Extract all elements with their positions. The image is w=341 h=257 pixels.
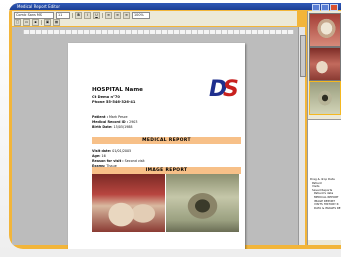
record-field: Medical Record ID : 2903 [92, 120, 137, 124]
toolbar-separator [72, 12, 73, 18]
hospital-name: HOSPITAL Name [92, 87, 143, 93]
image-thumbnail[interactable] [309, 47, 341, 81]
image-report-heading: IMAGE REPORT [92, 167, 241, 174]
minimize-button[interactable] [312, 4, 320, 11]
dental-photo-1[interactable] [92, 174, 165, 232]
age-value: 16 [101, 154, 106, 158]
patient-value: Mark Pesce [108, 115, 128, 119]
age-label: Age: [92, 154, 101, 158]
underline-button[interactable]: U [93, 11, 100, 19]
italic-button[interactable]: I [84, 11, 91, 19]
application-window: Medical Report Editor Comic Sans MS 11 B… [9, 3, 341, 249]
font-select[interactable]: Comic Sans MS [14, 11, 54, 19]
logo-s: S [223, 77, 239, 101]
reason-value: Second visit [124, 159, 145, 163]
format-toolbar: Comic Sans MS 11 B I U ≡ ≡ ≡ 100% [12, 11, 297, 19]
record-label: Medical Record ID : [92, 120, 129, 124]
title-bar: Medical Report Editor [9, 3, 341, 11]
toolbar-separator [102, 12, 103, 18]
reason-field: Reason for visit : Second visit [92, 159, 145, 163]
bold-button[interactable]: B [75, 11, 82, 19]
close-button[interactable] [330, 4, 338, 11]
scrollbar-thumb[interactable] [300, 35, 306, 77]
patient-field: Patient : Mark Pesce [92, 115, 128, 119]
data-tree: Drag & drop Data Patient Visits Saved Re… [310, 177, 341, 211]
patient-label: Patient : [92, 115, 108, 119]
record-value: 2903 [129, 120, 138, 124]
tree-item[interactable]: DATA & IMAGES RE [310, 206, 341, 211]
align-right-icon[interactable]: ≡ [123, 11, 130, 19]
visit-date-value: 01/01/2005 [112, 149, 132, 153]
hospital-address: Ct Demo n°70 [92, 95, 120, 99]
data-tree-panel: Drag & drop Data Patient Visits Saved Re… [308, 119, 341, 240]
save-icon[interactable]: ▪ [32, 19, 39, 26]
ruler [23, 30, 294, 34]
dental-photo-2[interactable] [166, 174, 239, 232]
visit-date-field: Visit date: 01/01/2005 [92, 149, 131, 153]
image-thumbnail-selected[interactable] [309, 81, 341, 115]
align-left-icon[interactable]: ≡ [105, 11, 112, 19]
age-field: Age: 16 [92, 154, 106, 158]
tools-toolbar: □ ▭ ▪ ▣ ▦ [12, 19, 297, 26]
font-size-select[interactable]: 11 [56, 11, 70, 19]
birth-value: 15/05/1988 [113, 125, 133, 129]
maximize-button[interactable] [321, 4, 329, 11]
report-page[interactable]: HOSPITAL Name Ct Demo n°70 Phone 55-546-… [68, 43, 245, 249]
toolbar-separator [41, 20, 42, 25]
birth-label: Birth Date: [92, 125, 113, 129]
align-center-icon[interactable]: ≡ [114, 11, 121, 19]
zoom-select[interactable]: 100% [132, 11, 150, 19]
logo-icon: D S [209, 77, 239, 101]
image-panel: Drag & drop Data Patient Visits Saved Re… [307, 11, 341, 245]
vertical-scrollbar[interactable] [298, 27, 306, 245]
image-icon[interactable]: ▣ [44, 19, 51, 26]
window-title: Medical Report Editor [17, 4, 60, 9]
reason-label: Reason for visit : [92, 159, 124, 163]
hospital-phone: Phone 55-546-326-41 [92, 100, 136, 104]
image-thumbnail[interactable] [309, 13, 341, 47]
birth-field: Birth Date: 15/05/1988 [92, 125, 133, 129]
document-workspace: HOSPITAL Name Ct Demo n°70 Phone 55-546-… [12, 27, 306, 249]
medical-report-heading: MEDICAL REPORT [92, 137, 241, 144]
visit-date-label: Visit date: [92, 149, 112, 153]
window-controls [312, 4, 338, 11]
new-icon[interactable]: □ [14, 19, 21, 26]
open-icon[interactable]: ▭ [23, 19, 30, 26]
table-icon[interactable]: ▦ [53, 19, 60, 26]
